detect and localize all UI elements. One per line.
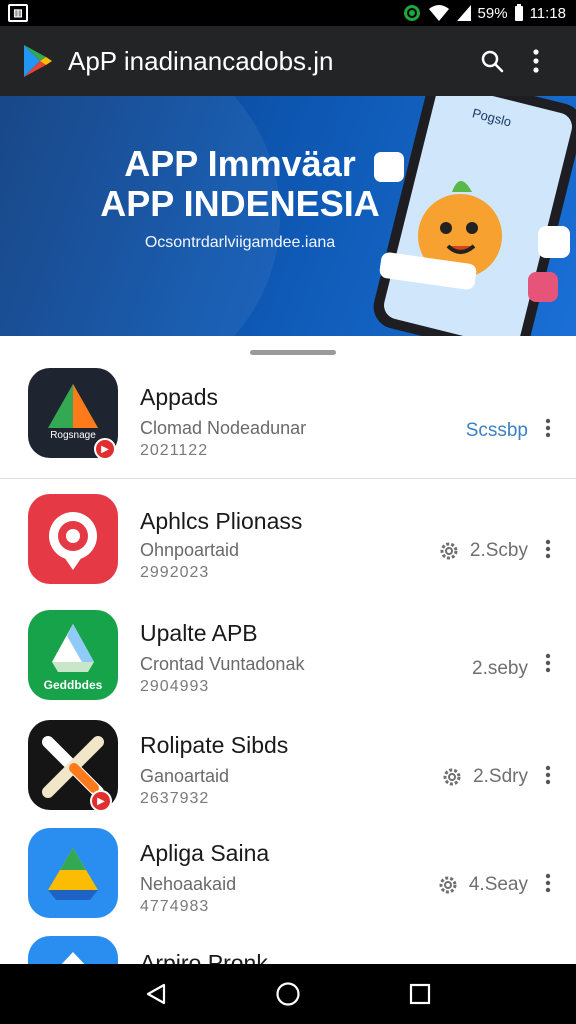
app-status: 2.Sdry	[441, 766, 528, 788]
play-logo-icon	[24, 45, 52, 77]
more-vert-icon	[545, 539, 551, 559]
app-status-label: 2.seby	[472, 658, 528, 679]
home-icon	[276, 982, 300, 1006]
banner-headline-1: APP Immväar	[124, 143, 356, 184]
app-date: 2637932	[140, 790, 210, 807]
map-pin-logo-icon	[49, 512, 97, 570]
more-vert-icon	[545, 765, 551, 785]
more-vert-icon	[533, 49, 539, 73]
status-right: 59% 11:18	[402, 3, 566, 23]
more-vert-icon	[545, 653, 551, 673]
app-bar: ApP inadinancadobs.jn	[0, 26, 576, 96]
app-list-item[interactable]: Aphlcs Plionass Ohnpoartaid 2992023 2.Sc…	[0, 494, 576, 604]
app-name: Aphlcs Plionass	[140, 508, 303, 534]
app-status: 2.seby	[472, 658, 528, 680]
recents-button[interactable]	[400, 974, 440, 1014]
overflow-menu-button[interactable]	[514, 39, 558, 83]
app-name: Upalte APB	[140, 620, 258, 646]
banner-text: APP Immväar APP INDENESIA Ocsontrdarlvii…	[100, 144, 380, 252]
back-button[interactable]	[136, 974, 176, 1014]
status-left: ▥	[8, 4, 28, 22]
app-icon: Geddbdes	[28, 610, 118, 700]
app-status-label: 2.Sdry	[473, 766, 528, 787]
app-developer: Ganoartaid	[140, 766, 230, 786]
app-developer: Crontad Vuntadonak	[140, 654, 305, 674]
recents-icon	[409, 983, 431, 1005]
app-icon	[28, 936, 118, 964]
search-icon	[481, 50, 504, 73]
app-list-item[interactable]: Geddbdes Upalte APB Crontad Vuntadonak 2…	[0, 610, 576, 720]
drive-logo-icon	[48, 848, 98, 900]
search-button[interactable]	[470, 39, 514, 83]
phone-illustration	[373, 96, 576, 336]
status-bar: ▥ 59% 11:18	[0, 0, 576, 26]
app-date: 2904993	[140, 678, 210, 695]
app-status-label: Scssbp	[465, 420, 528, 441]
app-developer: Clomad Nodeadunar	[140, 418, 307, 438]
update-badge-icon: ▶	[94, 438, 116, 460]
app-icon	[28, 494, 118, 584]
item-more-button[interactable]	[536, 413, 560, 443]
status-time: 11:18	[529, 4, 566, 22]
app-name: Rolipate Sibds	[140, 732, 289, 758]
settings-gear-icon	[443, 768, 461, 786]
promo-banner[interactable]: APP Immväar APP INDENESIA Ocsontrdarlvii…	[0, 96, 576, 336]
item-more-button[interactable]	[536, 760, 560, 790]
more-vert-icon	[545, 418, 551, 438]
app-list-item[interactable]: ▶ Rolipate Sibds Ganoartaid 2637932 2.Sd…	[0, 720, 576, 830]
item-more-button[interactable]	[536, 868, 560, 898]
item-more-button[interactable]	[536, 648, 560, 678]
battery-icon	[514, 4, 523, 21]
system-nav-bar	[0, 964, 576, 1024]
update-badge-icon: ▶	[90, 790, 112, 812]
setup-link[interactable]: Scssbp	[466, 420, 528, 442]
app-icon-label: Geddbdes	[43, 678, 103, 692]
app-developer: Ohnpoartaid	[140, 540, 240, 560]
home-button[interactable]	[268, 974, 308, 1014]
battery-percent: 59%	[477, 4, 508, 22]
vpn-icon	[403, 5, 420, 21]
app-name: Arpiro Pronk	[140, 950, 268, 964]
app-date: 2021122	[140, 442, 209, 459]
app-logo-icon	[61, 952, 85, 964]
settings-gear-icon	[440, 542, 458, 560]
item-more-button[interactable]	[536, 534, 560, 564]
more-vert-icon	[545, 873, 551, 893]
sim-card-icon: ▥	[8, 4, 28, 22]
app-name: Apliga Saina	[140, 840, 270, 866]
back-icon	[146, 983, 166, 1005]
sheet-drag-handle[interactable]	[250, 350, 336, 355]
app-icon	[28, 828, 118, 918]
app-name: Appads	[140, 384, 219, 410]
wifi-icon	[428, 5, 449, 21]
banner-headline-2: APP INDENESIA	[100, 183, 380, 224]
signal-icon	[456, 5, 471, 21]
app-list-item[interactable]: Apliga Saina Nehoaakaid 4774983 4.Seay	[0, 828, 576, 938]
app-title: ApP inadinancadobs.jn	[68, 45, 334, 76]
app-date: 4774983	[140, 898, 210, 915]
app-status: 4.Seay	[437, 874, 528, 896]
app-developer: Nehoaakaid	[140, 874, 237, 894]
app-status-label: 4.Seay	[468, 874, 528, 895]
app-list-item[interactable]: Arpiro Pronk	[0, 936, 576, 964]
settings-gear-icon	[439, 876, 457, 894]
list-divider	[0, 478, 576, 479]
app-list-item[interactable]: Rogsnage ▶ Appads Clomad Nodeadunar 2021…	[0, 368, 576, 478]
banner-subtitle: Ocsontrdarlviigamdee.iana	[144, 234, 336, 251]
app-date: 2992023	[140, 564, 210, 581]
app-status: 2.Scby	[438, 540, 528, 562]
app-status-label: 2.Scby	[469, 540, 528, 561]
